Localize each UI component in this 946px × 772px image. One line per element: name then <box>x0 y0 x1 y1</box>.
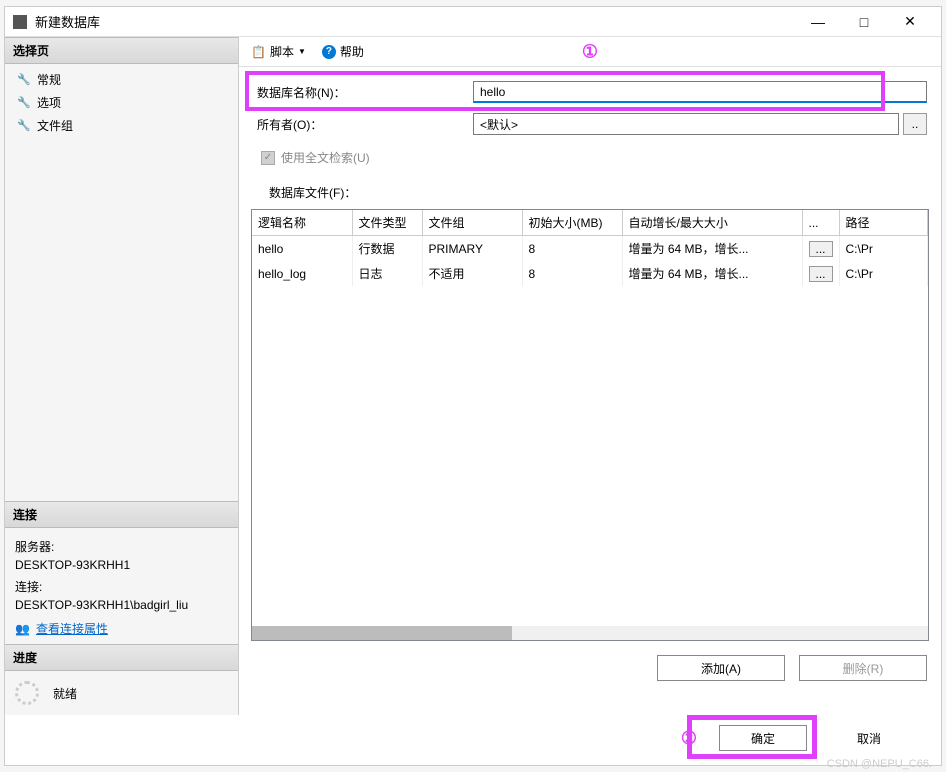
progress-status: 就绪 <box>53 685 77 702</box>
conn-label: 连接: <box>15 578 228 596</box>
cell-size[interactable]: 8 <box>522 236 622 262</box>
sidebar-item-label: 选项 <box>37 94 61 111</box>
db-files-label: 数据库文件(F)： <box>253 180 927 205</box>
files-table: 逻辑名称 文件类型 文件组 初始大小(MB) 自动增长/最大大小 ... 路径 … <box>252 210 928 286</box>
file-buttons-row: 添加(A) 删除(R) <box>239 645 941 681</box>
window-controls: — □ ✕ <box>795 7 933 37</box>
titlebar[interactable]: 新建数据库 — □ ✕ <box>5 7 941 37</box>
growth-browse-button[interactable]: ... <box>809 241 833 257</box>
app-icon <box>13 15 27 29</box>
owner-row: 所有者(O)： .. <box>253 113 927 135</box>
sidebar-item-options[interactable]: 🔧 选项 <box>5 91 238 114</box>
wrench-icon: 🔧 <box>17 96 31 110</box>
select-page-header: 选择页 <box>5 37 238 64</box>
db-name-label: 数据库名称(N)： <box>253 84 473 101</box>
add-file-button[interactable]: 添加(A) <box>657 655 785 681</box>
wrench-icon: 🔧 <box>17 119 31 133</box>
link-text[interactable]: 查看连接属性 <box>36 620 108 638</box>
connection-section: 服务器: DESKTOP-93KRHH1 连接: DESKTOP-93KRHH1… <box>5 528 238 644</box>
chevron-down-icon: ▼ <box>298 47 306 56</box>
th-group[interactable]: 文件组 <box>422 210 522 236</box>
th-logical[interactable]: 逻辑名称 <box>252 210 352 236</box>
wrench-icon: 🔧 <box>17 73 31 87</box>
watermark: CSDN @NEPU_C66. <box>827 758 932 770</box>
cell-path: C:\Pr <box>839 261 928 286</box>
remove-file-button: 删除(R) <box>799 655 927 681</box>
main-area: 选择页 🔧 常规 🔧 选项 🔧 文件组 连接 服务器: <box>5 37 941 715</box>
annotation-1: ① <box>582 41 598 62</box>
nav-items: 🔧 常规 🔧 选项 🔧 文件组 <box>5 64 238 141</box>
th-growth[interactable]: 自动增长/最大大小 <box>622 210 802 236</box>
help-button[interactable]: ? 帮助 <box>318 41 368 62</box>
server-value: DESKTOP-93KRHH1 <box>15 556 228 574</box>
script-label: 脚本 <box>270 43 294 60</box>
cell-group: 不适用 <box>422 261 522 286</box>
table-row[interactable]: hello 行数据 PRIMARY 8 增量为 64 MB，增长... ... … <box>252 236 928 262</box>
window-title: 新建数据库 <box>35 12 795 31</box>
fulltext-row: ✓ 使用全文检索(U) <box>253 145 927 180</box>
cancel-button[interactable]: 取消 <box>825 725 913 751</box>
cell-group: PRIMARY <box>422 236 522 262</box>
horizontal-scrollbar[interactable] <box>252 626 928 640</box>
th-size[interactable]: 初始大小(MB) <box>522 210 622 236</box>
dialog-window: 新建数据库 — □ ✕ 选择页 🔧 常规 🔧 选项 🔧 文件组 <box>4 6 942 766</box>
owner-input[interactable] <box>473 113 899 135</box>
fulltext-checkbox: ✓ <box>261 151 275 165</box>
cell-growth: 增量为 64 MB，增长... <box>622 261 802 286</box>
cell-path: C:\Pr <box>839 236 928 262</box>
sidebar: 选择页 🔧 常规 🔧 选项 🔧 文件组 连接 服务器: <box>5 37 239 715</box>
script-button[interactable]: 📋 脚本 ▼ <box>247 41 310 62</box>
form-area: 数据库名称(N)： 所有者(O)： .. ✓ 使用全文检索(U) 数据库文件(F… <box>239 67 941 205</box>
th-ellipsis[interactable]: ... <box>802 210 839 236</box>
toolbar: 📋 脚本 ▼ ? 帮助 ① <box>239 37 941 67</box>
owner-browse-button[interactable]: .. <box>903 113 927 135</box>
growth-browse-button[interactable]: ... <box>809 266 833 282</box>
cell-type: 行数据 <box>352 236 422 262</box>
fulltext-label: 使用全文检索(U) <box>281 149 370 166</box>
cell-logical[interactable]: hello <box>252 236 352 262</box>
db-name-input[interactable] <box>473 81 927 103</box>
conn-value: DESKTOP-93KRHH1\badgirl_liu <box>15 596 228 614</box>
connection-properties-link[interactable]: 👥 查看连接属性 <box>15 620 228 638</box>
cell-growth: 增量为 64 MB，增长... <box>622 236 802 262</box>
scrollbar-thumb[interactable] <box>252 626 512 640</box>
progress-section: 就绪 <box>5 671 238 715</box>
close-button[interactable]: ✕ <box>887 7 933 37</box>
table-row[interactable]: hello_log 日志 不适用 8 增量为 64 MB，增长... ... C… <box>252 261 928 286</box>
maximize-button[interactable]: □ <box>841 7 887 37</box>
spinner-icon <box>15 681 39 705</box>
script-icon: 📋 <box>251 45 266 59</box>
people-icon: 👥 <box>15 620 30 638</box>
help-label: 帮助 <box>340 43 364 60</box>
annotation-2: ② <box>681 728 697 749</box>
cell-type: 日志 <box>352 261 422 286</box>
sidebar-item-general[interactable]: 🔧 常规 <box>5 68 238 91</box>
sidebar-item-filegroups[interactable]: 🔧 文件组 <box>5 114 238 137</box>
connection-header: 连接 <box>5 501 238 528</box>
ok-button[interactable]: 确定 <box>719 725 807 751</box>
server-label: 服务器: <box>15 538 228 556</box>
minimize-button[interactable]: — <box>795 7 841 37</box>
owner-label: 所有者(O)： <box>253 116 473 133</box>
db-name-row: 数据库名称(N)： <box>253 81 927 103</box>
cell-size[interactable]: 8 <box>522 261 622 286</box>
th-type[interactable]: 文件类型 <box>352 210 422 236</box>
content-area: 📋 脚本 ▼ ? 帮助 ① 数据库名称(N)： <box>239 37 941 715</box>
help-icon: ? <box>322 45 336 59</box>
sidebar-item-label: 文件组 <box>37 117 73 134</box>
dialog-footer: ② 确定 取消 <box>5 715 941 765</box>
cell-logical[interactable]: hello_log <box>252 261 352 286</box>
files-table-wrap[interactable]: 逻辑名称 文件类型 文件组 初始大小(MB) 自动增长/最大大小 ... 路径 … <box>251 209 929 641</box>
th-path[interactable]: 路径 <box>839 210 928 236</box>
progress-header: 进度 <box>5 644 238 671</box>
sidebar-item-label: 常规 <box>37 71 61 88</box>
